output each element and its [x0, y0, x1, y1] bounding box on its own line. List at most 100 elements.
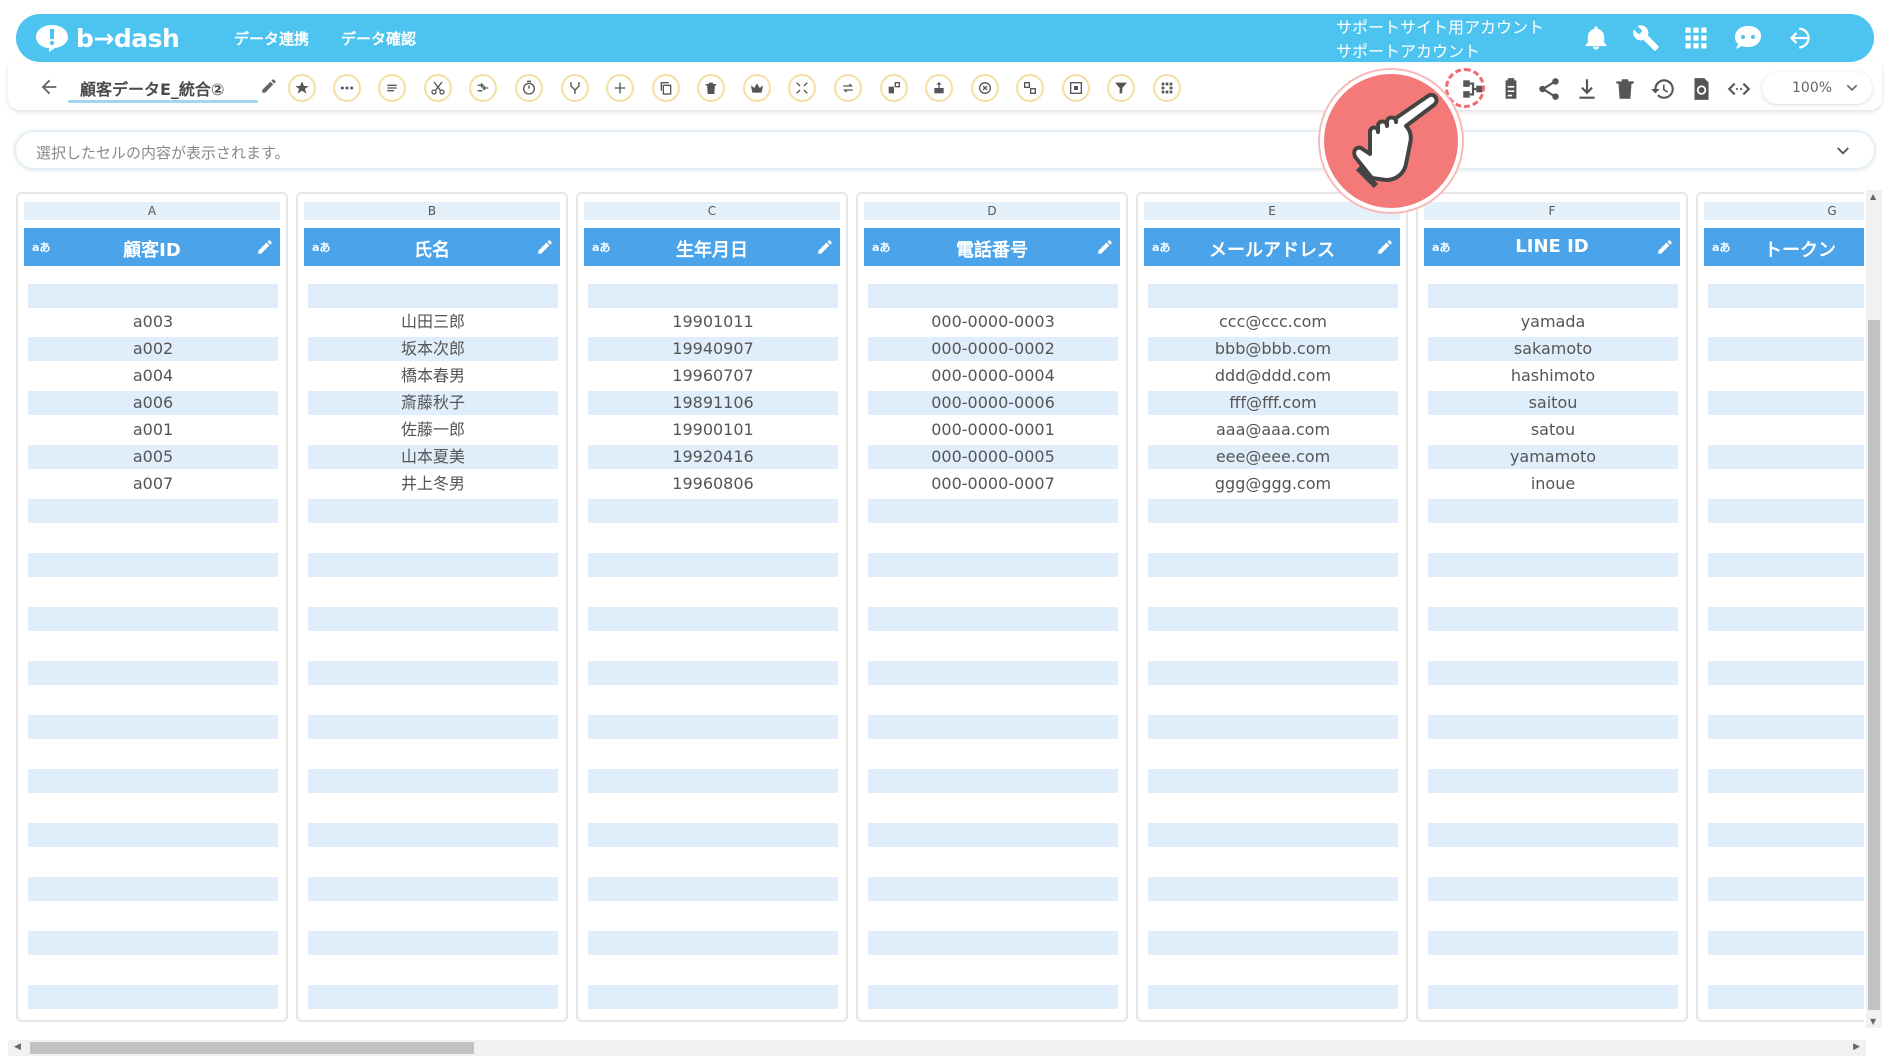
empty-cell[interactable]	[28, 931, 278, 955]
empty-cell[interactable]	[308, 661, 558, 685]
empty-cell[interactable]	[588, 985, 838, 1009]
table-cell[interactable]: 000-0000-0005	[868, 445, 1118, 469]
table-cell[interactable]: saitou	[1428, 391, 1678, 415]
star-icon[interactable]	[288, 74, 316, 102]
apps-icon[interactable]	[1682, 24, 1710, 52]
transform-icon[interactable]	[880, 74, 908, 102]
remove-icon[interactable]	[971, 74, 999, 102]
column-letter[interactable]: B	[304, 202, 560, 220]
filter-cell[interactable]	[1428, 284, 1678, 308]
vertical-scrollbar[interactable]: ▲ ▼	[1866, 190, 1882, 1028]
column-letter[interactable]: F	[1424, 202, 1680, 220]
table-cell[interactable]: aaa@aaa.com	[1148, 418, 1398, 442]
empty-cell[interactable]	[588, 553, 838, 577]
column-header[interactable]: aあ 氏名	[304, 228, 560, 266]
clipboard-icon[interactable]	[1498, 76, 1524, 102]
pencil-icon[interactable]	[816, 238, 834, 256]
expand-icon[interactable]	[788, 74, 816, 102]
support-icon[interactable]	[1732, 24, 1764, 52]
empty-cell[interactable]	[588, 931, 838, 955]
scissors-icon[interactable]	[424, 74, 452, 102]
share-icon[interactable]	[1536, 76, 1562, 102]
table-cell[interactable]: hashimoto	[1428, 364, 1678, 388]
table-cell[interactable]: 19891106	[588, 391, 838, 415]
empty-cell[interactable]	[1428, 877, 1678, 901]
table-cell[interactable]: krgo9err	[1708, 472, 1864, 496]
vertical-scroll-thumb[interactable]	[1868, 320, 1880, 1010]
table-cell[interactable]: yamada	[1428, 310, 1678, 334]
empty-cell[interactable]	[1708, 823, 1864, 847]
empty-cell[interactable]	[308, 823, 558, 847]
table-cell[interactable]: ccc@ccc.com	[1148, 310, 1398, 334]
table-cell[interactable]: a002	[28, 337, 278, 361]
empty-cell[interactable]	[1148, 769, 1398, 793]
download-icon[interactable]	[1574, 76, 1600, 102]
horizontal-scrollbar[interactable]: ◀ ▶	[8, 1040, 1866, 1056]
copy-icon[interactable]	[652, 74, 680, 102]
empty-cell[interactable]	[1708, 985, 1864, 1009]
upload-icon[interactable]	[925, 74, 953, 102]
column-letter[interactable]: D	[864, 202, 1120, 220]
empty-cell[interactable]	[588, 877, 838, 901]
table-cell[interactable]: 19920416	[588, 445, 838, 469]
table-cell[interactable]: 19940907	[588, 337, 838, 361]
empty-cell[interactable]	[1428, 823, 1678, 847]
empty-cell[interactable]	[28, 499, 278, 523]
table-cell[interactable]: eee@eee.com	[1148, 445, 1398, 469]
frame-icon[interactable]	[1062, 74, 1090, 102]
wrench-icon[interactable]	[1632, 24, 1660, 52]
history-icon[interactable]	[1650, 76, 1676, 102]
trash-icon[interactable]	[1612, 76, 1638, 102]
filter-cell[interactable]	[868, 284, 1118, 308]
bdash-logo[interactable]: b→dash	[34, 23, 184, 53]
nav-data-check[interactable]: データ確認	[341, 28, 416, 49]
table-cell[interactable]: a003	[28, 310, 278, 334]
empty-cell[interactable]	[28, 985, 278, 1009]
empty-cell[interactable]	[588, 607, 838, 631]
empty-cell[interactable]	[308, 553, 558, 577]
scroll-up-icon[interactable]: ▲	[1870, 192, 1876, 201]
column-header[interactable]: aあ 生年月日	[584, 228, 840, 266]
empty-cell[interactable]	[588, 661, 838, 685]
table-cell[interactable]: 佐藤一郎	[308, 418, 558, 442]
zoom-select[interactable]: 100%	[1762, 72, 1872, 104]
empty-cell[interactable]	[1428, 553, 1678, 577]
filter-cell[interactable]	[28, 284, 278, 308]
empty-cell[interactable]	[868, 661, 1118, 685]
plus-icon[interactable]	[606, 74, 634, 102]
empty-cell[interactable]	[868, 607, 1118, 631]
filter-icon[interactable]	[1107, 74, 1135, 102]
merge-icon[interactable]	[561, 74, 589, 102]
table-cell[interactable]: fff@fff.com	[1148, 391, 1398, 415]
crown-icon[interactable]	[743, 74, 771, 102]
column-letter[interactable]: A	[24, 202, 280, 220]
scroll-left-icon[interactable]: ◀	[14, 1042, 21, 1052]
empty-cell[interactable]	[1428, 715, 1678, 739]
bell-icon[interactable]	[1582, 24, 1610, 52]
table-cell[interactable]: jv0438	[1708, 445, 1864, 469]
empty-cell[interactable]	[588, 769, 838, 793]
back-arrow-icon[interactable]	[38, 76, 60, 98]
horizontal-scroll-thumb[interactable]	[30, 1042, 474, 1054]
list-icon[interactable]	[378, 74, 406, 102]
table-cell[interactable]: inoue	[1428, 472, 1678, 496]
table-cell[interactable]: 坂本次郎	[308, 337, 558, 361]
empty-cell[interactable]	[1148, 607, 1398, 631]
empty-cell[interactable]	[1428, 607, 1678, 631]
dots-icon[interactable]	[333, 74, 361, 102]
nav-data-link[interactable]: データ連携	[234, 28, 309, 49]
logout-icon[interactable]	[1784, 24, 1812, 52]
empty-cell[interactable]	[1708, 553, 1864, 577]
empty-cell[interactable]	[28, 661, 278, 685]
empty-cell[interactable]	[1708, 877, 1864, 901]
table-cell[interactable]: 19900101	[588, 418, 838, 442]
table-cell[interactable]: 橋本春男	[308, 364, 558, 388]
empty-cell[interactable]	[868, 823, 1118, 847]
table-cell[interactable]: 000-0000-0006	[868, 391, 1118, 415]
pencil-icon[interactable]	[260, 77, 278, 95]
timer-icon[interactable]	[515, 74, 543, 102]
empty-cell[interactable]	[588, 823, 838, 847]
empty-cell[interactable]	[1148, 877, 1398, 901]
sheet-title[interactable]: 顧客データE_統合②	[80, 76, 224, 100]
column-header[interactable]: aあ 電話番号	[864, 228, 1120, 266]
